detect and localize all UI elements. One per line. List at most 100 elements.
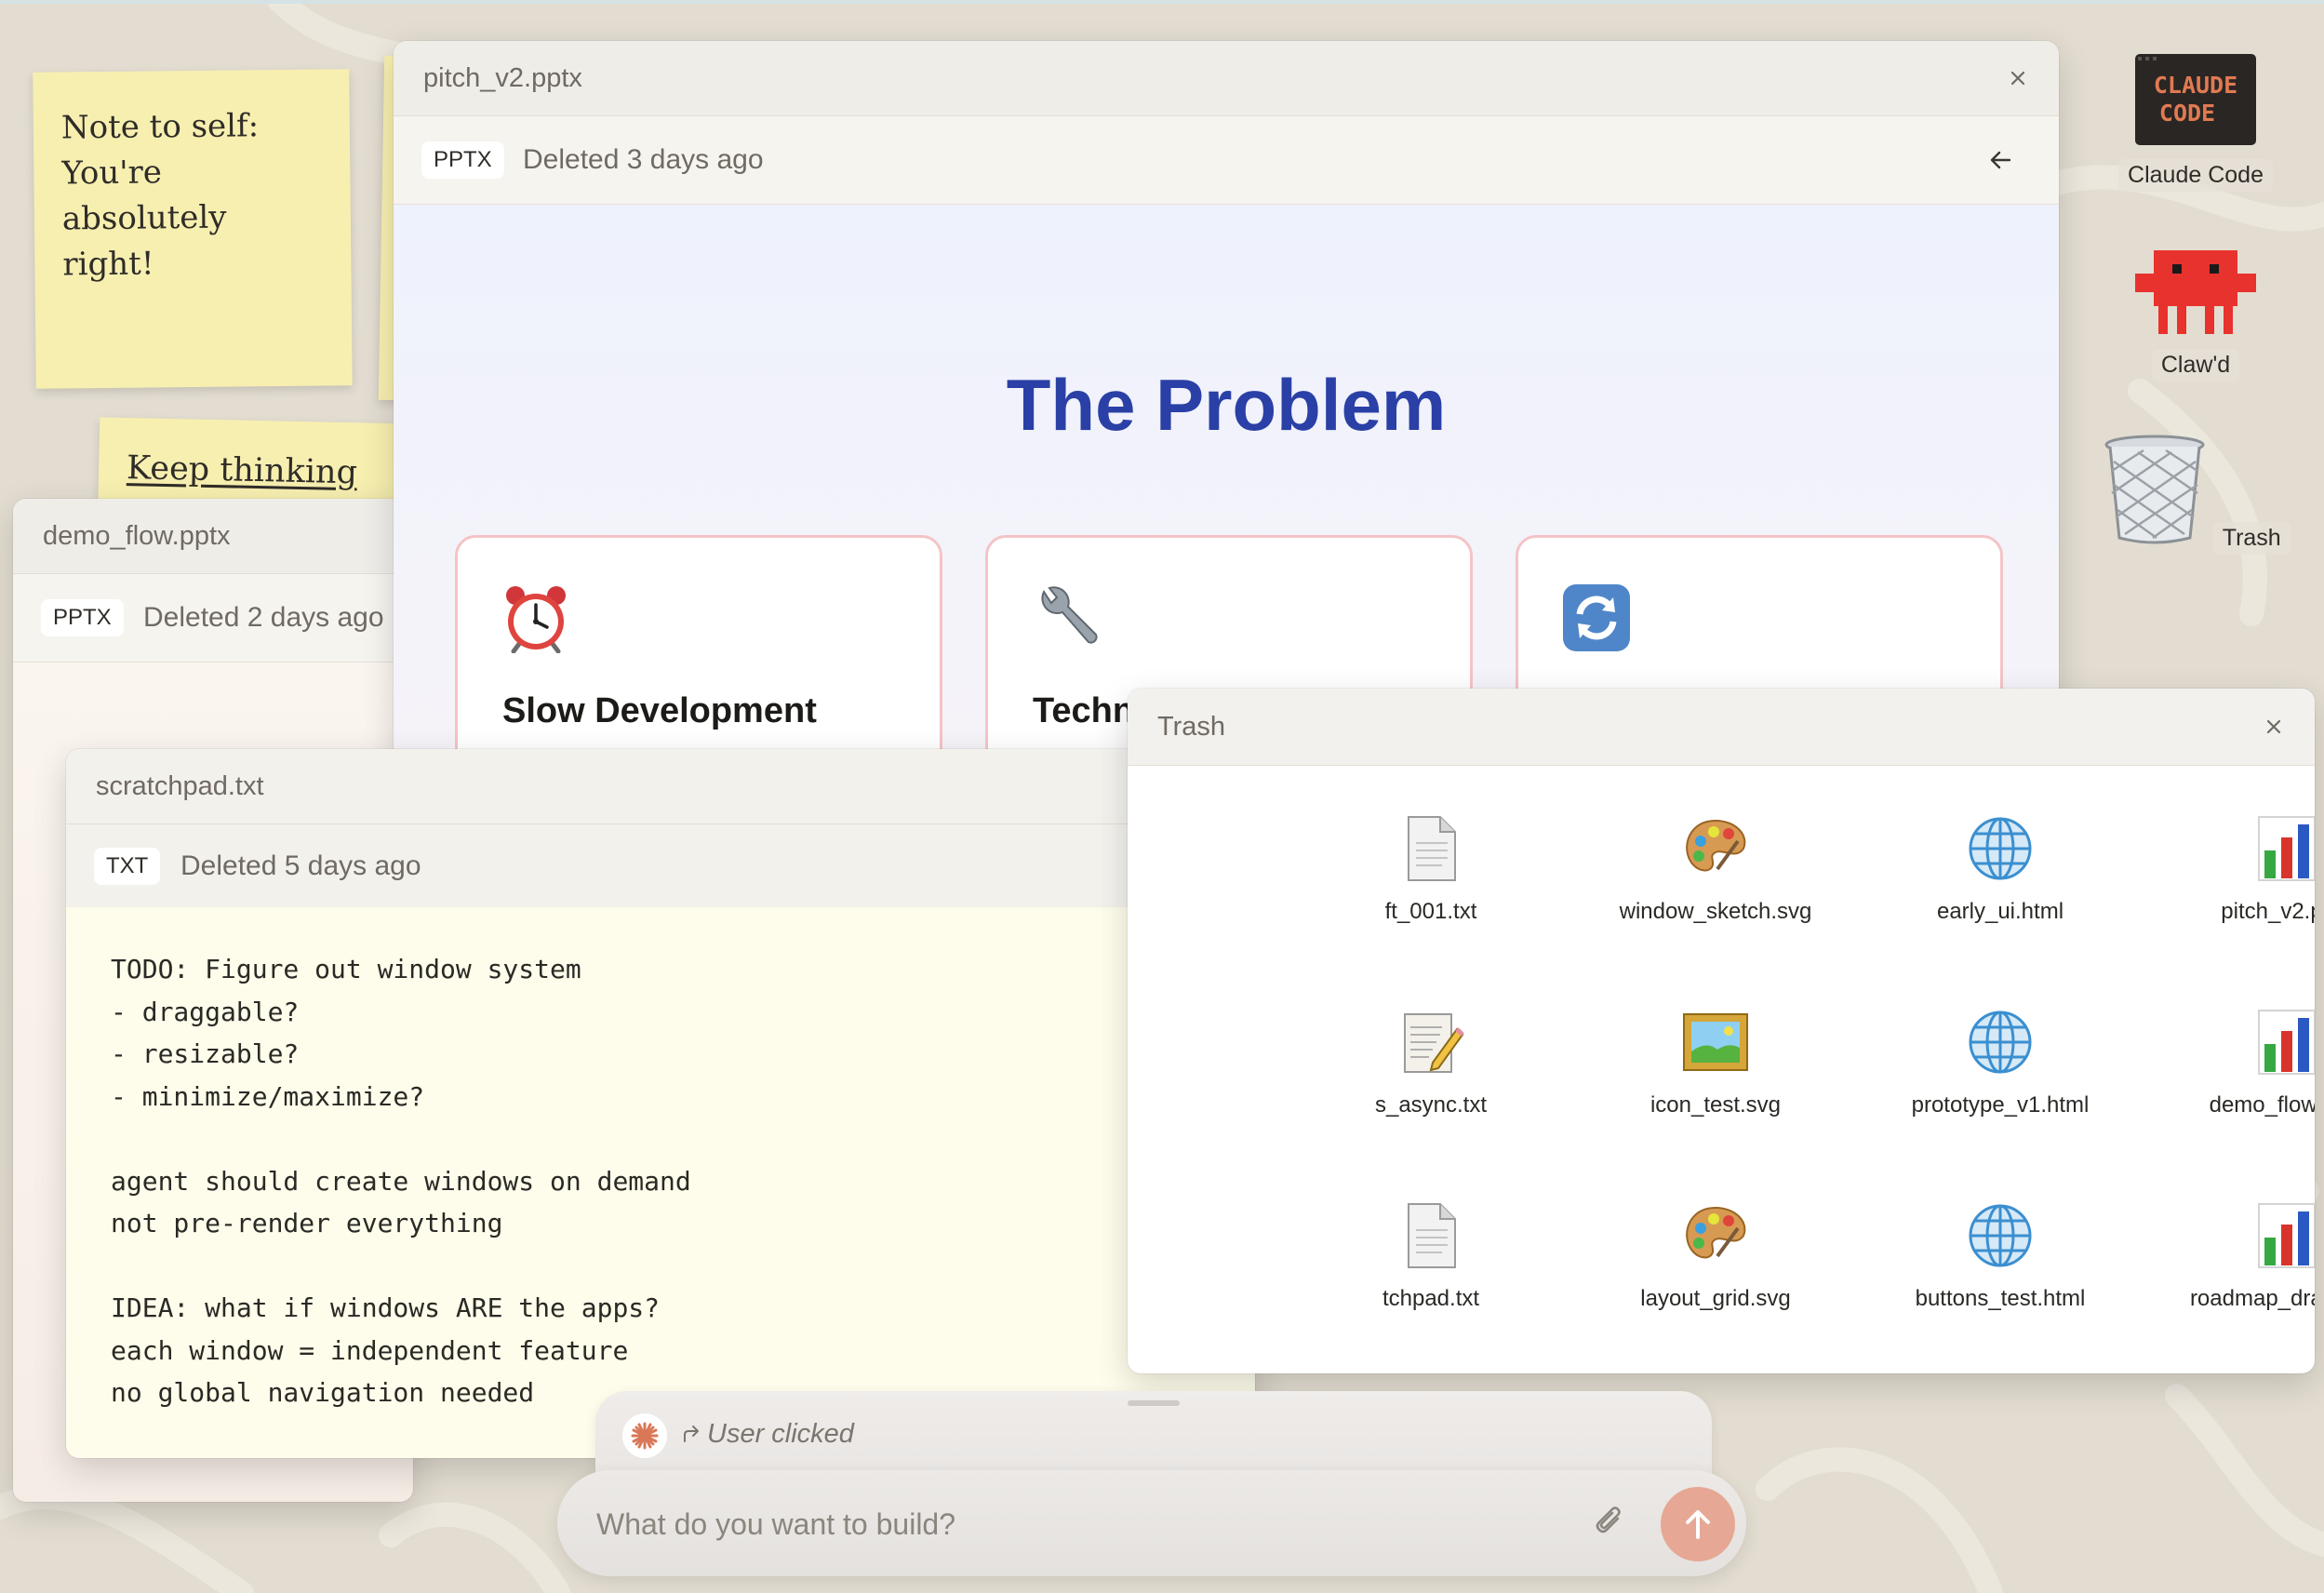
card-title: Techn bbox=[1033, 691, 1135, 730]
trash-item[interactable]: roadmap_draft.pptx bbox=[2147, 1200, 2315, 1312]
sticky-note-1[interactable]: Note to self: You're absolutely right! bbox=[33, 69, 353, 389]
text-line: - draggable? bbox=[111, 996, 300, 1027]
deleted-status: Deleted 3 days ago bbox=[523, 144, 764, 175]
file-info-bar: TXT Deleted 5 days ago bbox=[66, 824, 1255, 909]
sticky-note-line: right! bbox=[62, 245, 154, 284]
sticky-note-line: You're absolutely bbox=[61, 154, 227, 238]
sticky-note-text: Keep thinking bbox=[126, 449, 358, 492]
text-line bbox=[111, 1118, 1210, 1160]
trash-item-label: pitch_v2.pptx bbox=[2221, 899, 2315, 924]
agent-status-label: User clicked bbox=[707, 1419, 854, 1449]
text-document-icon bbox=[1408, 1203, 1456, 1268]
chat-composer bbox=[557, 1470, 1746, 1576]
trash-item-label: tchpad.txt bbox=[1382, 1286, 1480, 1311]
trash-item-label: roadmap_draft.pptx bbox=[2189, 1286, 2315, 1311]
close-icon[interactable] bbox=[2261, 714, 2287, 740]
text-line: TODO: Figure out window system bbox=[111, 954, 581, 984]
drag-handle[interactable] bbox=[1128, 1400, 1180, 1406]
trash-can-icon bbox=[2104, 435, 2205, 544]
file-type-badge: TXT bbox=[94, 848, 161, 885]
trash-item[interactable]: window_sketch.svg bbox=[1576, 813, 1855, 925]
window-titlebar[interactable]: demo_flow.pptx bbox=[13, 499, 413, 574]
trash-item[interactable]: tchpad.txt bbox=[1291, 1200, 1570, 1312]
arrow-up-icon bbox=[1686, 1510, 1710, 1539]
memo-icon bbox=[1404, 1013, 1464, 1073]
trash-item[interactable]: prototype_v1.html bbox=[1861, 1007, 2140, 1118]
trash-item[interactable]: icon_test.svg bbox=[1576, 1007, 1855, 1118]
refresh-icon bbox=[1563, 584, 1630, 651]
desktop-icon-label: Claw'd bbox=[2151, 349, 2240, 382]
text-line: not pre-render everything bbox=[111, 1208, 503, 1238]
trash-item-label: layout_grid.svg bbox=[1640, 1286, 1791, 1311]
chat-input[interactable] bbox=[594, 1491, 1529, 1558]
trash-item[interactable]: ft_001.txt bbox=[1291, 813, 1570, 925]
bar-chart-icon bbox=[2258, 1010, 2315, 1075]
send-button[interactable] bbox=[1661, 1487, 1735, 1561]
sticky-note-line: Note to self: bbox=[60, 107, 260, 147]
trash-item-label: prototype_v1.html bbox=[1911, 1092, 2090, 1118]
text-document-icon bbox=[1408, 816, 1456, 881]
trash-item-label: ft_001.txt bbox=[1384, 899, 1477, 924]
trash-item-label: demo_flow.pptx bbox=[2209, 1092, 2315, 1118]
window-title: pitch_v2.pptx bbox=[423, 63, 582, 93]
trash-item-label: window_sketch.svg bbox=[1619, 899, 1812, 924]
desktop-icon-label: Trash bbox=[2212, 522, 2291, 555]
bar-chart-icon bbox=[2258, 816, 2315, 881]
wrench-icon bbox=[1041, 586, 1098, 644]
framed-picture-icon bbox=[1683, 1013, 1748, 1071]
close-icon[interactable] bbox=[2005, 65, 2031, 91]
trash-item[interactable]: layout_grid.svg bbox=[1576, 1200, 1855, 1312]
trash-item-label: early_ui.html bbox=[1936, 899, 2064, 924]
text-line bbox=[111, 1245, 1210, 1288]
slide-title: The Problem bbox=[1006, 364, 1447, 446]
trash-item-label: s_async.txt bbox=[1374, 1092, 1488, 1118]
globe-icon bbox=[1969, 1011, 2032, 1074]
text-line: each window = independent feature bbox=[111, 1334, 629, 1366]
trash-item-label: buttons_test.html bbox=[1915, 1286, 2086, 1311]
file-info-bar: PPTX Deleted 2 days ago bbox=[13, 574, 413, 663]
trash-item[interactable]: pitch_v2.pptx bbox=[2147, 813, 2315, 925]
clawd-mascot-icon bbox=[2135, 250, 2256, 334]
card-title: Slow Development bbox=[502, 691, 817, 730]
claude-logo-icon bbox=[622, 1413, 667, 1458]
text-content[interactable]: TODO: Figure out window system - draggab… bbox=[66, 907, 1255, 1458]
paperclip-icon[interactable] bbox=[1592, 1504, 1629, 1541]
file-type-badge: PPTX bbox=[421, 141, 504, 179]
claude-code-logo-line: CODE bbox=[2159, 100, 2215, 127]
window-title: scratchpad.txt bbox=[96, 771, 264, 801]
trash-item[interactable]: demo_flow.pptx bbox=[2147, 1007, 2315, 1118]
trash-item[interactable]: s_async.txt bbox=[1291, 1007, 1570, 1118]
desktop-icon-clawd[interactable]: Claw'd bbox=[2098, 249, 2293, 382]
text-line: agent should create windows on demand bbox=[111, 1165, 691, 1197]
deleted-status: Deleted 5 days ago bbox=[180, 850, 421, 881]
agent-status-text: User clicked bbox=[681, 1419, 854, 1450]
window-titlebar[interactable]: Trash bbox=[1128, 689, 2315, 766]
globe-icon bbox=[1969, 817, 2032, 880]
desktop-icon-label: Claude Code bbox=[2118, 159, 2273, 192]
palette-icon bbox=[1686, 1206, 1746, 1259]
window-scratchpad[interactable]: scratchpad.txt TXT Deleted 5 days ago TO… bbox=[66, 749, 1255, 1458]
window-title: demo_flow.pptx bbox=[43, 521, 231, 551]
text-line: - minimize/maximize? bbox=[111, 1080, 425, 1112]
claude-code-logo-line: CLAUDE bbox=[2154, 72, 2237, 99]
trash-file-grid: ft_001.txt window_sketch.svg early_ui.ht… bbox=[1128, 765, 2315, 1373]
file-type-badge: PPTX bbox=[41, 599, 124, 636]
alarm-clock-icon bbox=[506, 586, 566, 653]
back-arrow-icon[interactable] bbox=[1986, 146, 2014, 174]
window-titlebar[interactable]: pitch_v2.pptx bbox=[394, 41, 2059, 116]
file-info-bar: PPTX Deleted 3 days ago bbox=[394, 116, 2059, 205]
desktop-icon-trash[interactable]: Trash bbox=[2098, 434, 2293, 555]
trash-item[interactable]: buttons_test.html bbox=[1861, 1200, 2140, 1312]
text-line: - resizable? bbox=[111, 1038, 300, 1069]
window-trash[interactable]: Trash ft_001.txt window_sketch.svg early… bbox=[1128, 689, 2315, 1373]
claude-code-terminal-icon: CLAUDE CODE bbox=[2135, 54, 2256, 145]
deleted-status: Deleted 2 days ago bbox=[143, 602, 384, 633]
top-edge-strip bbox=[0, 0, 2324, 4]
bar-chart-icon bbox=[2258, 1203, 2315, 1268]
window-title: Trash bbox=[1157, 712, 1226, 742]
desktop-icon-claude-code[interactable]: CLAUDE CODE Claude Code bbox=[2098, 54, 2293, 192]
palette-icon bbox=[1686, 819, 1746, 872]
trash-item[interactable]: early_ui.html bbox=[1861, 813, 2140, 925]
globe-icon bbox=[1969, 1204, 2032, 1267]
window-titlebar[interactable]: scratchpad.txt bbox=[66, 749, 1255, 824]
